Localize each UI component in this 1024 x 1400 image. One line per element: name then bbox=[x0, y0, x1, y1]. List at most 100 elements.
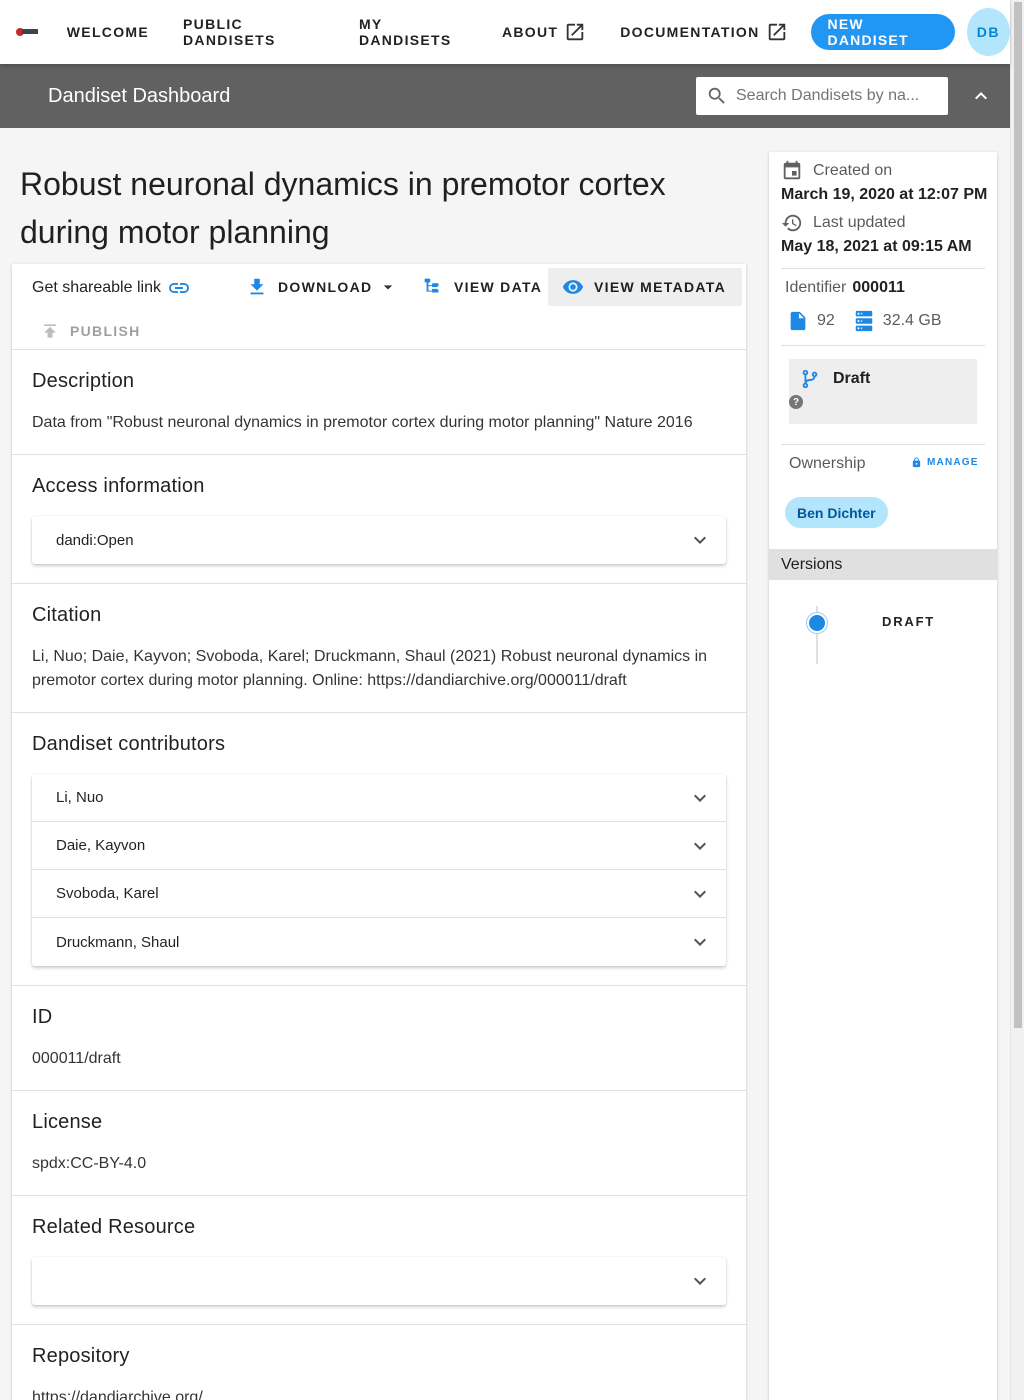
nav-public-dandisets[interactable]: PUBLIC DANDISETS bbox=[166, 14, 342, 50]
view-metadata-button[interactable]: VIEW METADATA bbox=[548, 268, 742, 306]
stats-row: 92 32.4 GB bbox=[787, 310, 942, 332]
related-resource-panel bbox=[32, 1257, 726, 1305]
nav-documentation-label: DOCUMENTATION bbox=[620, 24, 760, 40]
id-heading: ID bbox=[32, 1006, 53, 1028]
download-icon bbox=[250, 278, 264, 295]
contributors-heading: Dandiset contributors bbox=[32, 733, 226, 755]
view-metadata-label: VIEW METADATA bbox=[594, 279, 726, 295]
branch-icon bbox=[802, 369, 818, 389]
contributors-section: Dandiset contributors Li, Nuo Daie, Kayv… bbox=[12, 713, 746, 986]
nav-welcome-label: WELCOME bbox=[66, 24, 150, 40]
description-text: Data from "Robust neuronal dynamics in p… bbox=[32, 414, 693, 431]
contributor-name: Druckmann, Shaul bbox=[56, 933, 180, 951]
nav-about[interactable]: ABOUT bbox=[485, 14, 603, 50]
related-resource-heading: Related Resource bbox=[32, 1216, 196, 1238]
id-value: 000011/draft bbox=[32, 1050, 121, 1067]
dandiset-sidebar: Created on March 19, 2020 at 12:07 PM La… bbox=[769, 152, 997, 1400]
access-value: dandi:Open bbox=[56, 531, 134, 549]
scrollbar-thumb[interactable] bbox=[1014, 2, 1022, 1028]
chevron-down-icon bbox=[694, 536, 706, 544]
identifier-value: 000011 bbox=[852, 279, 905, 296]
access-heading: Access information bbox=[32, 475, 205, 497]
dandiset-main-card: Get shareable link DOWNLOAD VIEW DATA VI… bbox=[12, 264, 746, 1400]
nav-documentation[interactable]: DOCUMENTATION bbox=[603, 14, 804, 50]
owner-chip[interactable]: Ben Dichter bbox=[785, 497, 888, 528]
avatar-initials: DB bbox=[976, 24, 1001, 40]
action-bar: Get shareable link DOWNLOAD VIEW DATA VI… bbox=[12, 264, 746, 350]
chevron-down-icon bbox=[694, 794, 706, 802]
dandi-logo[interactable] bbox=[16, 27, 38, 37]
chevron-down-icon bbox=[694, 842, 706, 850]
caret-down-icon bbox=[384, 285, 393, 290]
version-status-box: Draft ? bbox=[789, 359, 977, 424]
dashboard-title: Dandiset Dashboard bbox=[48, 84, 231, 107]
related-resource-header[interactable] bbox=[32, 1257, 726, 1305]
new-dandiset-label: NEW DANDISET bbox=[827, 16, 909, 48]
nav-public-dandisets-label: PUBLIC DANDISETS bbox=[183, 16, 276, 48]
last-updated-value: May 18, 2021 at 09:15 AM bbox=[781, 238, 972, 255]
ownership-label: Ownership bbox=[789, 455, 866, 472]
shareable-link-label: Get shareable link bbox=[32, 279, 161, 296]
nav-my-dandisets[interactable]: MY DANDISETS bbox=[342, 14, 485, 50]
external-link-icon bbox=[564, 21, 586, 43]
citation-text: Li, Nuo; Daie, Kayvon; Svoboda, Karel; D… bbox=[32, 648, 708, 689]
publish-label: PUBLISH bbox=[70, 323, 141, 339]
manage-label: MANAGE bbox=[927, 457, 979, 468]
nav-my-dandisets-label: MY DANDISETS bbox=[358, 16, 452, 48]
eye-icon bbox=[562, 280, 584, 294]
last-updated-label: Last updated bbox=[813, 214, 906, 231]
view-data-button[interactable]: VIEW DATA bbox=[408, 268, 558, 306]
license-section: License spdx:CC-BY-4.0 bbox=[12, 1091, 746, 1196]
new-dandiset-button[interactable]: NEW DANDISET bbox=[810, 14, 955, 50]
publish-button[interactable]: PUBLISH bbox=[26, 312, 157, 350]
manage-owners-button[interactable]: MANAGE bbox=[911, 457, 979, 468]
last-updated-row: Last updated bbox=[781, 212, 906, 234]
dashboard-toolbar: Dandiset Dashboard bbox=[0, 64, 1010, 128]
view-data-label: VIEW DATA bbox=[454, 279, 543, 295]
citation-section: Citation Li, Nuo; Daie, Kayvon; Svoboda,… bbox=[12, 584, 746, 713]
license-heading: License bbox=[32, 1111, 103, 1133]
contributor-row[interactable]: Svoboda, Karel bbox=[32, 870, 726, 918]
created-on-row: Created on bbox=[781, 160, 892, 182]
description-heading: Description bbox=[32, 370, 135, 392]
download-button[interactable]: DOWNLOAD bbox=[232, 268, 414, 306]
identifier-row: Identifier 000011 bbox=[785, 279, 905, 297]
nav-welcome[interactable]: WELCOME bbox=[50, 14, 166, 50]
search-box[interactable] bbox=[696, 77, 948, 115]
file-tree-icon bbox=[424, 278, 439, 293]
chevron-up-icon bbox=[975, 92, 987, 100]
repository-section: Repository https://dandiarchive.org/ bbox=[12, 1325, 746, 1400]
divider bbox=[781, 444, 985, 445]
shareable-link-button[interactable]: Get shareable link bbox=[32, 276, 191, 300]
contributor-row[interactable]: Druckmann, Shaul bbox=[32, 918, 726, 966]
page-scrollbar[interactable] bbox=[1010, 0, 1024, 1400]
contributors-panel: Li, Nuo Daie, Kayvon Svoboda, Karel Druc… bbox=[32, 774, 726, 966]
chevron-down-icon bbox=[694, 890, 706, 898]
contributor-name: Svoboda, Karel bbox=[56, 885, 159, 902]
download-label: DOWNLOAD bbox=[278, 279, 373, 295]
created-on-label: Created on bbox=[813, 162, 893, 179]
version-draft-button[interactable]: DRAFT bbox=[882, 614, 935, 629]
versions-header: Versions bbox=[769, 549, 997, 580]
help-icon[interactable]: ? bbox=[789, 395, 803, 409]
access-section: Access information dandi:Open bbox=[12, 455, 746, 584]
file-count: 92 bbox=[817, 312, 835, 329]
access-panel: dandi:Open bbox=[32, 516, 726, 564]
access-panel-header[interactable]: dandi:Open bbox=[32, 516, 726, 564]
link-icon bbox=[168, 283, 189, 293]
collapse-toolbar-button[interactable] bbox=[962, 77, 1000, 115]
top-app-bar: WELCOME PUBLIC DANDISETS MY DANDISETS AB… bbox=[0, 0, 1010, 64]
external-link-icon bbox=[766, 21, 788, 43]
citation-heading: Citation bbox=[32, 604, 102, 626]
repository-heading: Repository bbox=[32, 1345, 130, 1367]
dandiset-title: Robust neuronal dynamics in premotor cor… bbox=[20, 166, 666, 250]
contributor-row[interactable]: Daie, Kayvon bbox=[32, 822, 726, 870]
calendar-icon bbox=[783, 160, 801, 180]
history-icon bbox=[781, 214, 802, 232]
contributor-row[interactable]: Li, Nuo bbox=[32, 774, 726, 822]
publish-icon bbox=[44, 324, 56, 338]
version-dot bbox=[807, 613, 827, 633]
divider bbox=[781, 268, 985, 269]
user-avatar[interactable]: DB bbox=[966, 8, 1010, 56]
search-input[interactable] bbox=[736, 87, 926, 105]
